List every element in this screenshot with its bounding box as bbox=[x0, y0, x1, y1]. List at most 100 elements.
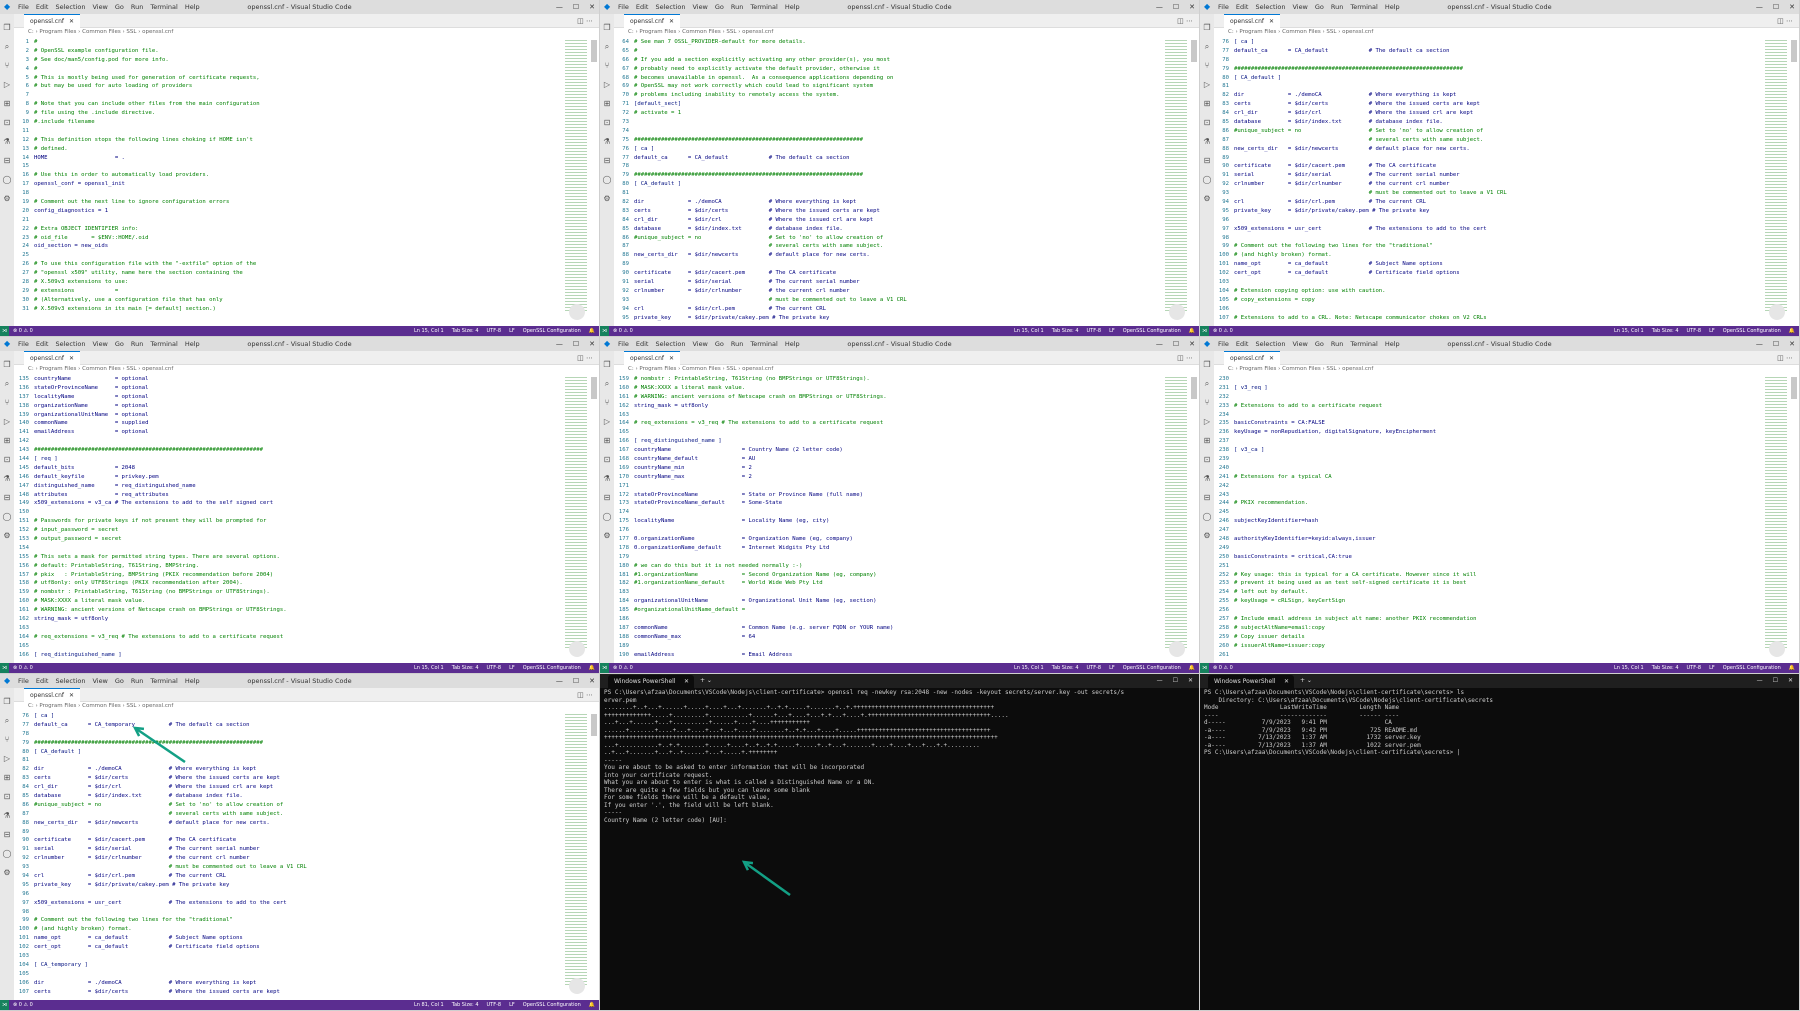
copilot-chat-button[interactable] bbox=[1169, 304, 1185, 320]
cursor-position[interactable]: Ln 15, Col 1 bbox=[1614, 328, 1644, 334]
cursor-position[interactable]: Ln 15, Col 1 bbox=[1014, 328, 1044, 334]
extensions-icon[interactable]: ⊞ bbox=[604, 94, 611, 113]
status-item[interactable]: UTF-8 bbox=[1687, 328, 1702, 334]
menu-item-terminal[interactable]: Terminal bbox=[750, 3, 777, 11]
menu-item-run[interactable]: Run bbox=[731, 3, 743, 11]
vertical-scrollbar[interactable] bbox=[591, 377, 597, 399]
tab-close-icon[interactable]: ✕ bbox=[1284, 675, 1289, 688]
remote-icon[interactable]: ⊡ bbox=[4, 787, 11, 806]
menu-item-file[interactable]: File bbox=[1218, 3, 1229, 11]
language-mode[interactable]: OpenSSL Configuration bbox=[523, 1002, 581, 1008]
minimize-icon[interactable]: — bbox=[1156, 3, 1163, 11]
breadcrumb[interactable]: C: › Program Files › Common Files › SSL … bbox=[1228, 29, 1373, 35]
source-control-icon[interactable]: ⑂ bbox=[1205, 56, 1210, 75]
notifications-icon[interactable]: 🔔 bbox=[1189, 665, 1195, 671]
search-icon[interactable]: ⌕ bbox=[605, 374, 609, 393]
close-icon[interactable]: ✕ bbox=[1789, 3, 1795, 11]
terminal-tab[interactable]: Windows PowerShell ✕ bbox=[1208, 675, 1294, 688]
menu-item-help[interactable]: Help bbox=[185, 677, 200, 685]
docker-icon[interactable]: ⊟ bbox=[604, 488, 611, 507]
source-control-icon[interactable]: ⑂ bbox=[5, 56, 10, 75]
remote-icon[interactable]: ⊡ bbox=[1204, 113, 1211, 132]
copilot-chat-button[interactable] bbox=[1169, 641, 1185, 657]
remote-indicator-icon[interactable]: ⋊ bbox=[1200, 663, 1209, 673]
remote-indicator-icon[interactable]: ⋊ bbox=[600, 663, 609, 673]
tab-openssl-cnf[interactable]: openssl.cnf ✕ bbox=[24, 14, 81, 28]
files-icon[interactable]: ❐ bbox=[3, 18, 10, 37]
menu-item-run[interactable]: Run bbox=[1331, 340, 1343, 348]
settings-icon[interactable]: ⚙ bbox=[603, 526, 610, 545]
language-mode[interactable]: OpenSSL Configuration bbox=[1723, 328, 1781, 334]
menu-item-view[interactable]: View bbox=[692, 340, 707, 348]
settings-icon[interactable]: ⚙ bbox=[3, 189, 10, 208]
maximize-icon[interactable]: ☐ bbox=[1173, 677, 1178, 684]
status-item[interactable]: Tab Size: 4 bbox=[1052, 328, 1079, 334]
tab-close-icon[interactable]: ✕ bbox=[69, 18, 74, 25]
problems-indicator[interactable]: ⊗ 0 ⚠ 0 bbox=[13, 1002, 33, 1008]
menu-item-terminal[interactable]: Terminal bbox=[1350, 3, 1377, 11]
status-item[interactable]: UTF-8 bbox=[1687, 665, 1702, 671]
language-mode[interactable]: OpenSSL Configuration bbox=[1123, 328, 1181, 334]
menu-item-selection[interactable]: Selection bbox=[655, 3, 685, 11]
tab-openssl-cnf[interactable]: openssl.cnf ✕ bbox=[1224, 351, 1281, 365]
menu-item-terminal[interactable]: Terminal bbox=[150, 3, 177, 11]
terminal-tab[interactable]: Windows PowerShell ✕ bbox=[608, 675, 694, 688]
vertical-scrollbar[interactable] bbox=[1191, 377, 1197, 399]
tab-openssl-cnf[interactable]: openssl.cnf ✕ bbox=[624, 351, 681, 365]
files-icon[interactable]: ❐ bbox=[1203, 355, 1210, 374]
menu-item-run[interactable]: Run bbox=[131, 677, 143, 685]
accounts-icon[interactable]: ◯ bbox=[603, 507, 612, 526]
menu-item-terminal[interactable]: Terminal bbox=[1350, 340, 1377, 348]
terminal-output[interactable]: PS C:\Users\afzaa\Documents\VSCode\Nodej… bbox=[604, 689, 1195, 1010]
search-icon[interactable]: ⌕ bbox=[1205, 37, 1209, 56]
close-icon[interactable]: ✕ bbox=[589, 340, 595, 348]
docker-icon[interactable]: ⊟ bbox=[4, 151, 11, 170]
status-item[interactable]: LF bbox=[1709, 328, 1715, 334]
notifications-icon[interactable]: 🔔 bbox=[589, 1002, 595, 1008]
status-item[interactable]: UTF-8 bbox=[1087, 665, 1102, 671]
search-icon[interactable]: ⌕ bbox=[1205, 374, 1209, 393]
code-editor[interactable]: 1 #2 # OpenSSL example configuration file.… bbox=[14, 38, 559, 324]
maximize-icon[interactable]: ☐ bbox=[573, 340, 579, 348]
cursor-position[interactable]: Ln 15, Col 1 bbox=[1014, 665, 1044, 671]
menu-item-selection[interactable]: Selection bbox=[55, 677, 85, 685]
code-editor[interactable]: 76 [ ca ] 77 default_ca = CA_default # The … bbox=[1214, 38, 1759, 324]
docker-icon[interactable]: ⊟ bbox=[4, 488, 11, 507]
minimize-icon[interactable]: — bbox=[556, 340, 563, 348]
status-item[interactable]: UTF-8 bbox=[487, 1002, 502, 1008]
notifications-icon[interactable]: 🔔 bbox=[589, 328, 595, 334]
accounts-icon[interactable]: ◯ bbox=[3, 844, 12, 863]
search-icon[interactable]: ⌕ bbox=[5, 37, 9, 56]
maximize-icon[interactable]: ☐ bbox=[1173, 3, 1179, 11]
minimize-icon[interactable]: — bbox=[1756, 340, 1763, 348]
source-control-icon[interactable]: ⑂ bbox=[5, 393, 10, 412]
menu-item-file[interactable]: File bbox=[618, 3, 629, 11]
menu-item-go[interactable]: Go bbox=[115, 340, 124, 348]
menu-item-view[interactable]: View bbox=[92, 677, 107, 685]
language-mode[interactable]: OpenSSL Configuration bbox=[1123, 665, 1181, 671]
status-item[interactable]: UTF-8 bbox=[1087, 328, 1102, 334]
extensions-icon[interactable]: ⊞ bbox=[4, 768, 11, 787]
minimize-icon[interactable]: — bbox=[556, 3, 563, 11]
menu-item-view[interactable]: View bbox=[1292, 3, 1307, 11]
menu-item-edit[interactable]: Edit bbox=[1236, 340, 1249, 348]
menu-item-selection[interactable]: Selection bbox=[55, 340, 85, 348]
source-control-icon[interactable]: ⑂ bbox=[1205, 393, 1210, 412]
code-editor[interactable]: 64 # See man 7 OSSL_PROVIDER-default for … bbox=[614, 38, 1159, 324]
close-icon[interactable]: ✕ bbox=[1789, 340, 1795, 348]
docker-icon[interactable]: ⊟ bbox=[4, 825, 11, 844]
status-item[interactable]: LF bbox=[1109, 328, 1115, 334]
more-actions-icon[interactable]: ⋯ bbox=[1786, 354, 1793, 362]
tab-close-icon[interactable]: ✕ bbox=[69, 692, 74, 699]
close-icon[interactable]: ✕ bbox=[1188, 677, 1193, 684]
close-icon[interactable]: ✕ bbox=[1788, 677, 1793, 684]
status-item[interactable]: LF bbox=[1109, 665, 1115, 671]
menu-item-file[interactable]: File bbox=[1218, 340, 1229, 348]
menu-item-view[interactable]: View bbox=[1292, 340, 1307, 348]
menu-item-help[interactable]: Help bbox=[185, 340, 200, 348]
settings-icon[interactable]: ⚙ bbox=[3, 863, 10, 882]
minimize-icon[interactable]: — bbox=[1757, 677, 1763, 684]
new-tab-icon[interactable]: + ⌄ bbox=[1300, 674, 1312, 688]
testing-icon[interactable]: ⚗ bbox=[1203, 469, 1210, 488]
menu-item-go[interactable]: Go bbox=[115, 3, 124, 11]
